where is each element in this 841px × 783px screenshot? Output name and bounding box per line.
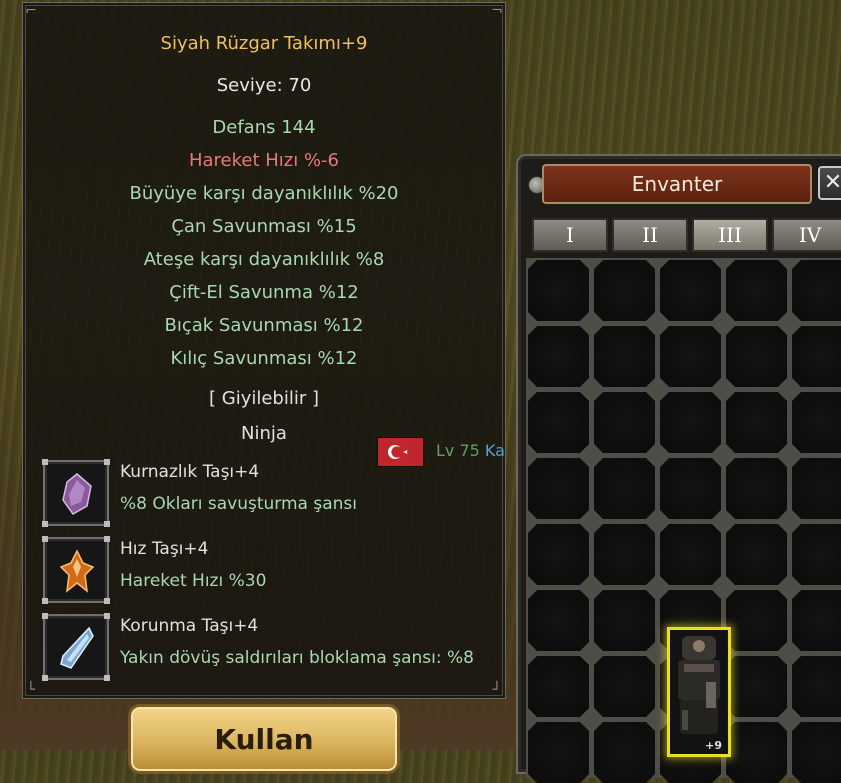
stat-fire-resist: Ateşe karşı dayanıklılık %8	[143, 249, 385, 270]
protection-stone-icon	[60, 626, 94, 669]
player-nameplate[interactable]: Lv 75 Ka	[436, 441, 505, 460]
item-enhance-label: +9	[705, 739, 722, 752]
tab-page-3[interactable]: III	[692, 218, 768, 252]
inventory-item-armor[interactable]: +9	[667, 627, 731, 757]
use-button[interactable]: Kullan	[128, 704, 400, 774]
turkey-flag-icon	[378, 438, 423, 466]
class-label: Ninja	[241, 423, 287, 444]
speed-stone-icon	[59, 549, 95, 593]
inventory-grid: +9	[526, 258, 841, 778]
corner-ornament: ⌐	[25, 3, 37, 19]
inventory-slot[interactable]	[594, 524, 655, 585]
inventory-slot[interactable]	[528, 656, 589, 717]
item-tooltip: ⌐ ¬ └ ┘ Siyah Rüzgar Takımı+9 Seviye: 70…	[22, 2, 506, 699]
inventory-slot[interactable]	[528, 590, 589, 651]
inventory-slot[interactable]	[660, 260, 721, 321]
player-level: Lv 75	[436, 441, 480, 460]
gem-row: Korunma Taşı+4 Yakın dövüş saldırıları b…	[42, 613, 503, 682]
inventory-slot[interactable]	[594, 260, 655, 321]
inventory-slot[interactable]	[792, 656, 841, 717]
inventory-slot[interactable]	[528, 260, 589, 321]
stat-bell-defense: Çan Savunması %15	[171, 216, 357, 237]
inventory-slot[interactable]	[792, 722, 841, 783]
inventory-slot[interactable]	[594, 590, 655, 651]
wearable-label: [ Giyilebilir ]	[209, 388, 319, 409]
inventory-slot[interactable]	[660, 524, 721, 585]
inventory-slot[interactable]	[594, 722, 655, 783]
player-name: Ka	[484, 441, 505, 460]
stat-move-speed: Hareket Hızı %-6	[188, 150, 340, 171]
inventory-slot[interactable]	[792, 590, 841, 651]
inventory-slot[interactable]	[792, 458, 841, 519]
inventory-title[interactable]: Envanter	[542, 164, 812, 204]
inventory-slot[interactable]	[528, 524, 589, 585]
inventory-slot[interactable]	[528, 722, 589, 783]
tab-page-4[interactable]: IV	[772, 218, 841, 252]
gem-row: Kurnazlık Taşı+4 %8 Okları savuşturma şa…	[42, 459, 503, 528]
gem-desc: %8 Okları savuşturma şansı	[120, 494, 357, 514]
corner-ornament: └	[26, 682, 36, 698]
gem-name: Kurnazlık Taşı+4	[120, 462, 260, 482]
gem-desc: Yakın dövüş saldırıları bloklama şansı: …	[120, 648, 474, 668]
inventory-slot[interactable]	[660, 458, 721, 519]
inventory-slot[interactable]	[660, 392, 721, 453]
inventory-slot[interactable]	[528, 392, 589, 453]
inventory-slot[interactable]	[726, 326, 787, 387]
inventory-slot[interactable]	[726, 260, 787, 321]
inventory-slot[interactable]	[792, 260, 841, 321]
gem-name: Hız Taşı+4	[120, 539, 209, 559]
inventory-slot[interactable]	[594, 326, 655, 387]
inventory-slot[interactable]	[660, 326, 721, 387]
gem-row: Hız Taşı+4 Hareket Hızı %30	[42, 536, 503, 605]
gem-slot	[42, 536, 110, 604]
inventory-slot[interactable]	[528, 458, 589, 519]
inventory-slot[interactable]	[726, 524, 787, 585]
gem-slot	[42, 613, 110, 681]
corner-ornament: ┘	[492, 682, 502, 698]
stat-two-hand-defense: Çift-El Savunma %12	[169, 282, 359, 303]
close-button[interactable]: ✕	[818, 166, 841, 200]
inventory-slot[interactable]	[594, 458, 655, 519]
stat-sword-defense: Kılıç Savunması %12	[170, 348, 358, 369]
inventory-slot[interactable]	[726, 656, 787, 717]
stat-dagger-defense: Bıçak Savunması %12	[164, 315, 364, 336]
corner-ornament: ¬	[491, 3, 503, 19]
dexterity-stone-icon	[62, 473, 92, 515]
ninja-armor-icon	[678, 636, 720, 734]
gem-desc: Hareket Hızı %30	[120, 571, 267, 591]
inventory-slot[interactable]	[792, 524, 841, 585]
item-title: Siyah Rüzgar Takımı+9	[160, 33, 368, 54]
inventory-slot[interactable]	[726, 458, 787, 519]
stat-magic-resist: Büyüye karşı dayanıklılık %20	[129, 183, 399, 204]
item-level: Seviye: 70	[216, 75, 312, 96]
gem-slot	[42, 459, 110, 527]
tab-page-1[interactable]: I	[532, 218, 608, 252]
inventory-window: Envanter ✕ I II III IV +9	[516, 154, 841, 774]
inventory-slot[interactable]	[726, 722, 787, 783]
gem-name: Korunma Taşı+4	[120, 616, 259, 636]
inventory-slot[interactable]	[792, 392, 841, 453]
stat-defense: Defans 144	[212, 117, 316, 138]
inventory-slot[interactable]	[594, 656, 655, 717]
inventory-slot[interactable]	[726, 392, 787, 453]
inventory-slot[interactable]	[792, 326, 841, 387]
inventory-slot[interactable]	[594, 392, 655, 453]
inventory-slot[interactable]	[528, 326, 589, 387]
tab-page-2[interactable]: II	[612, 218, 688, 252]
inventory-slot[interactable]	[726, 590, 787, 651]
